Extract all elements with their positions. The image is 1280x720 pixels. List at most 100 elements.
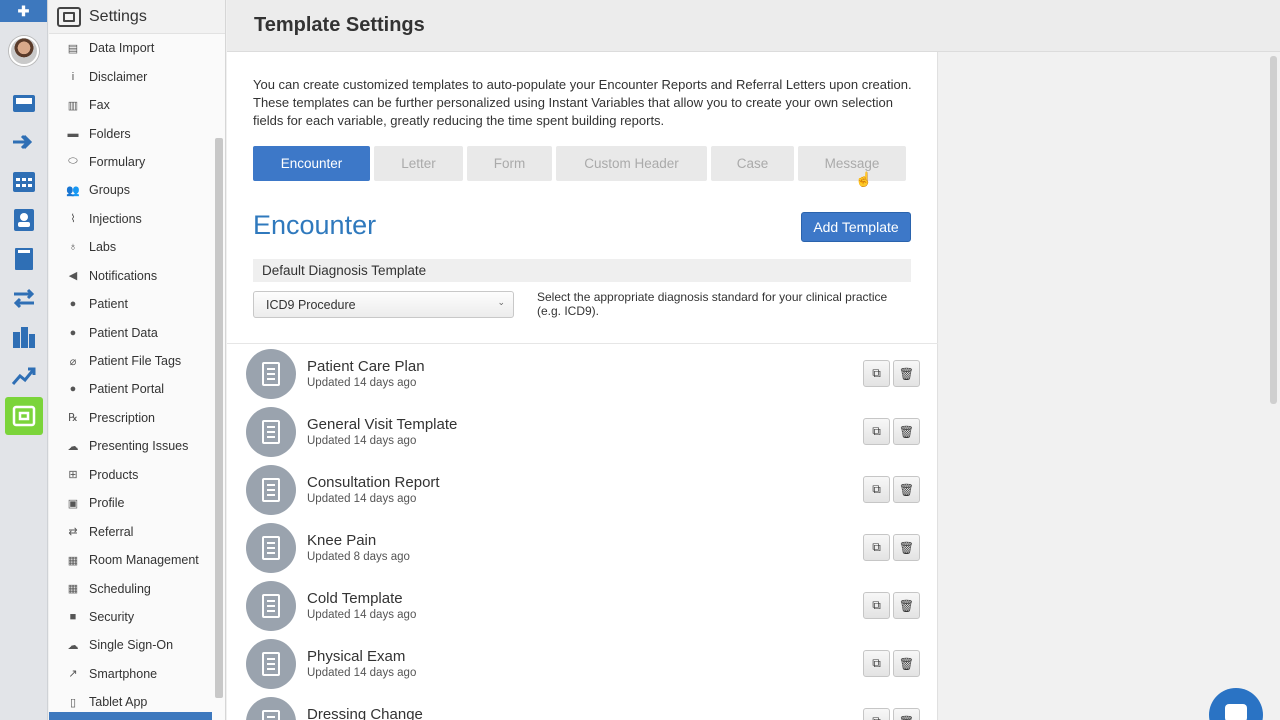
transfer-arrows-icon[interactable] xyxy=(9,283,39,313)
sidebar-item-label: Room Management xyxy=(89,553,199,568)
template-row[interactable]: General Visit Template Updated 14 days ag… xyxy=(246,407,921,457)
sidebar-item-security[interactable]: ■ Security xyxy=(49,603,212,631)
calendar-small-icon: ▦ xyxy=(67,583,79,596)
sidebar-item-referral[interactable]: ⇄ Referral xyxy=(49,517,212,545)
contact-book-icon[interactable] xyxy=(9,205,39,235)
template-row[interactable]: Patient Care Plan Updated 14 days ago ⧉ 🗑 xyxy=(246,349,921,399)
sidebar-item-patient-file-tags[interactable]: ⌀ Patient File Tags xyxy=(49,347,212,375)
forward-arrows-icon[interactable] xyxy=(9,127,39,157)
sidebar-item-label: Smartphone xyxy=(89,666,158,681)
delete-template-button[interactable]: 🗑 xyxy=(893,534,920,561)
template-name[interactable]: Dressing Change xyxy=(307,706,423,720)
group-icon: 👥 xyxy=(66,184,80,197)
copy-template-button[interactable]: ⧉ xyxy=(863,708,890,720)
copy-template-button[interactable]: ⧉ xyxy=(863,360,890,387)
sidebar-item-label: Patient File Tags xyxy=(89,354,182,369)
copy-icon: ⧉ xyxy=(872,598,881,612)
delete-template-button[interactable]: 🗑 xyxy=(893,708,920,720)
template-name[interactable]: General Visit Template xyxy=(307,416,457,433)
buildings-icon[interactable] xyxy=(9,322,39,352)
sidebar-item-room-management[interactable]: ▦ Room Management xyxy=(49,546,212,574)
hand-cursor-icon: ☝ xyxy=(855,171,873,187)
page-description: You can create customized templates to a… xyxy=(253,77,912,128)
delete-template-button[interactable]: 🗑 xyxy=(893,650,920,677)
sidebar-item-smartphone[interactable]: ↗ Smartphone xyxy=(49,660,212,688)
template-row[interactable]: Dressing Change ⧉ 🗑 xyxy=(246,697,921,720)
folder-icon: ▬ xyxy=(67,127,79,140)
submenu-selected-item[interactable] xyxy=(49,712,212,720)
sidebar-item-folders[interactable]: ▬ Folders xyxy=(49,119,212,147)
copy-template-button[interactable]: ⧉ xyxy=(863,476,890,503)
template-row[interactable]: Physical Exam Updated 14 days ago ⧉ 🗑 xyxy=(246,639,921,689)
trend-chart-icon[interactable] xyxy=(9,361,39,391)
id-card-icon: ▣ xyxy=(67,497,79,510)
trash-icon: 🗑 xyxy=(898,482,915,497)
share-icon: ↗ xyxy=(68,668,78,681)
sidebar-item-prescription[interactable]: ℞ Prescription xyxy=(49,404,212,432)
delete-template-button[interactable]: 🗑 xyxy=(893,476,920,503)
tab-case[interactable]: Case xyxy=(711,146,794,181)
settings-list: ▤ Data Import i Disclaimer ▥ Fax ▬ Folders ⬭ Form… xyxy=(49,34,212,717)
copy-template-button[interactable]: ⧉ xyxy=(863,592,890,619)
copy-icon: ⧉ xyxy=(872,424,881,438)
plus-cross-icon[interactable]: ✚ xyxy=(0,0,47,22)
sidebar-item-patient[interactable]: ● Patient xyxy=(49,290,212,318)
info-icon: i xyxy=(71,70,75,83)
submenu-scrollbar[interactable] xyxy=(215,138,223,698)
page-scrollbar[interactable] xyxy=(1270,56,1277,404)
tab-custom-header[interactable]: Custom Header xyxy=(556,146,707,181)
sidebar-item-disclaimer[interactable]: i Disclaimer xyxy=(49,62,212,90)
template-row[interactable]: Knee Pain Updated 8 days ago ⧉ 🗑 xyxy=(246,523,921,573)
template-row[interactable]: Consultation Report Updated 14 days ago ⧉ 🗑 xyxy=(246,465,921,515)
sidebar-item-notifications[interactable]: ◀ Notifications xyxy=(49,262,212,290)
copy-template-button[interactable]: ⧉ xyxy=(863,650,890,677)
copy-icon: ⧉ xyxy=(872,714,881,720)
calendar-icon[interactable] xyxy=(9,166,39,196)
template-type-tabs: Encounter Letter Form Custom Header Case… xyxy=(253,146,910,181)
sidebar-item-products[interactable]: ⊞ Products xyxy=(49,461,212,489)
tab-message[interactable]: Message xyxy=(798,146,906,181)
copy-template-button[interactable]: ⧉ xyxy=(863,534,890,561)
sidebar-item-formulary[interactable]: ⬭ Formulary xyxy=(49,148,212,176)
diagnosis-template-label: Default Diagnosis Template xyxy=(253,259,911,282)
diagnosis-select[interactable]: ICD9 Procedure ⌄ xyxy=(253,291,514,318)
copy-template-button[interactable]: ⧉ xyxy=(863,418,890,445)
sidebar-item-fax[interactable]: ▥ Fax xyxy=(49,91,212,119)
add-template-button[interactable]: Add Template xyxy=(801,212,911,242)
sidebar-item-patient-portal[interactable]: ● Patient Portal xyxy=(49,375,212,403)
sidebar-item-profile[interactable]: ▣ Profile xyxy=(49,489,212,517)
sidebar-item-label: Referral xyxy=(89,524,134,539)
template-updated: Updated 14 days ago xyxy=(307,377,417,389)
sidebar-item-patient-data[interactable]: ● Patient Data xyxy=(49,318,212,346)
settings-submenu: Settings ▤ Data Import i Disclaimer ▥ Fax ▬ Fol… xyxy=(49,0,226,720)
sidebar-item-data-import[interactable]: ▤ Data Import xyxy=(49,34,212,62)
template-name[interactable]: Consultation Report xyxy=(307,474,440,491)
template-name[interactable]: Physical Exam xyxy=(307,648,405,665)
sidebar-item-injections[interactable]: ⌇ Injections xyxy=(49,205,212,233)
delete-template-button[interactable]: 🗑 xyxy=(893,360,920,387)
inbox-icon[interactable] xyxy=(9,88,39,118)
template-updated: Updated 8 days ago xyxy=(307,551,410,563)
tab-letter[interactable]: Letter xyxy=(374,146,463,181)
sidebar-item-scheduling[interactable]: ▦ Scheduling xyxy=(49,574,212,602)
sidebar-item-presenting-issues[interactable]: ☁ Presenting Issues xyxy=(49,432,212,460)
sidebar-item-labs[interactable]: ♁ Labs xyxy=(49,233,212,261)
template-name[interactable]: Knee Pain xyxy=(307,532,376,549)
person-icon: ● xyxy=(69,326,77,339)
template-name[interactable]: Patient Care Plan xyxy=(307,358,425,375)
tab-encounter[interactable]: Encounter xyxy=(253,146,370,181)
settings-box-icon[interactable] xyxy=(5,397,43,435)
sidebar-item-single-sign-on[interactable]: ☁ Single Sign-On xyxy=(49,631,212,659)
book-icon[interactable] xyxy=(9,244,39,274)
icon-rail: ✚ xyxy=(0,0,48,720)
sidebar-item-groups[interactable]: 👥 Groups xyxy=(49,176,212,204)
copy-icon: ⧉ xyxy=(872,540,881,554)
tab-form[interactable]: Form xyxy=(467,146,552,181)
delete-template-button[interactable]: 🗑 xyxy=(893,418,920,445)
template-row[interactable]: Cold Template Updated 14 days ago ⧉ 🗑 xyxy=(246,581,921,631)
delete-template-button[interactable]: 🗑 xyxy=(893,592,920,619)
template-name[interactable]: Cold Template xyxy=(307,590,403,607)
person-icon: ● xyxy=(69,298,77,311)
document-icon xyxy=(246,465,296,515)
avatar[interactable] xyxy=(8,36,39,66)
